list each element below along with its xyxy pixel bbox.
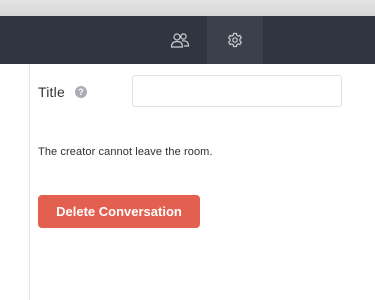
help-icon[interactable]: ? (75, 86, 87, 98)
members-button[interactable] (152, 16, 208, 64)
room-header (0, 16, 375, 64)
creator-notice: The creator cannot leave the room. (38, 146, 213, 158)
title-label: Title (38, 84, 65, 100)
settings-button[interactable] (207, 16, 263, 64)
gear-icon (227, 32, 243, 48)
window-top-strip (0, 0, 375, 16)
sidebar-divider (29, 64, 30, 300)
users-icon (170, 33, 190, 48)
title-input[interactable] (132, 75, 342, 107)
delete-conversation-button[interactable]: Delete Conversation (38, 195, 200, 228)
